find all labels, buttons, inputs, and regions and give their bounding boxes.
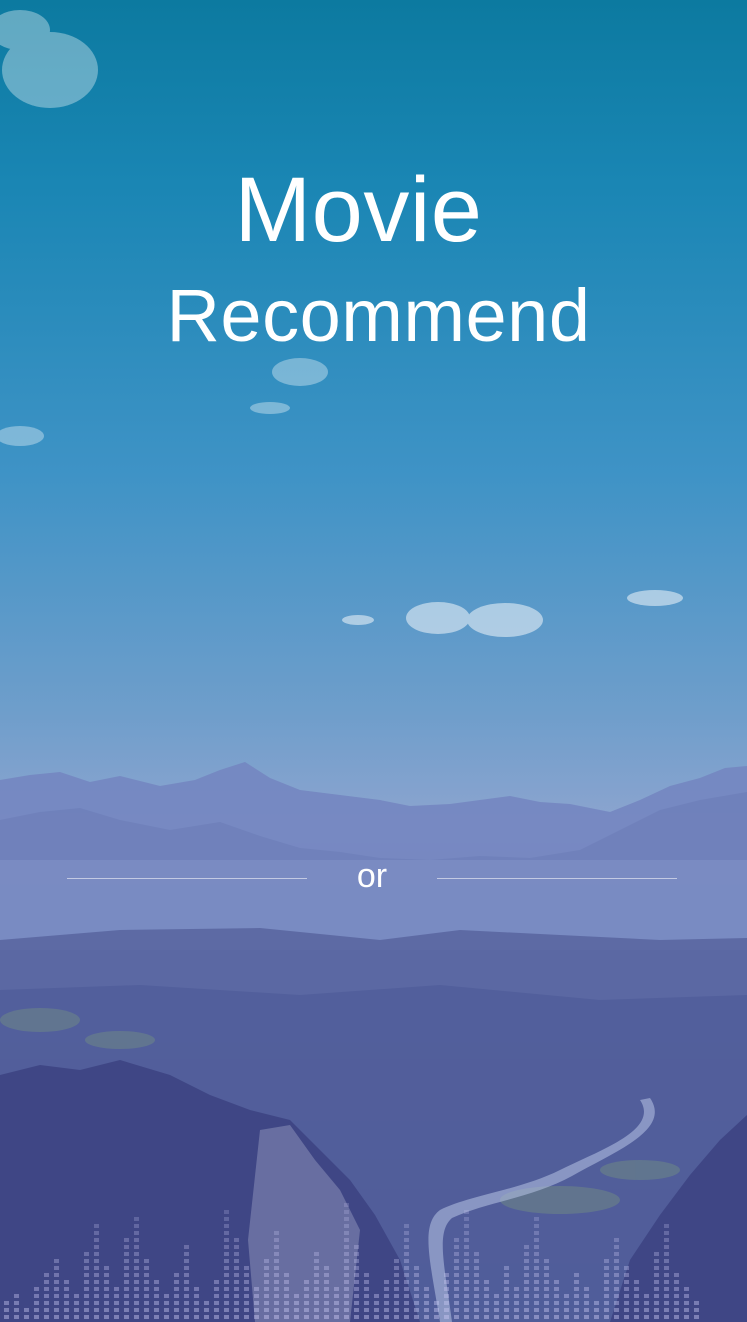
divider-or-text: or: [356, 857, 388, 895]
divider-line-right: [437, 878, 677, 879]
divider-line-left: [67, 878, 307, 879]
app-title-line-2: Recommend: [166, 274, 591, 357]
splash-screen: Movie Recommend or: [0, 0, 747, 1322]
audio-equalizer-bars: [4, 1203, 699, 1319]
app-title-line-1: Movie: [234, 159, 483, 261]
